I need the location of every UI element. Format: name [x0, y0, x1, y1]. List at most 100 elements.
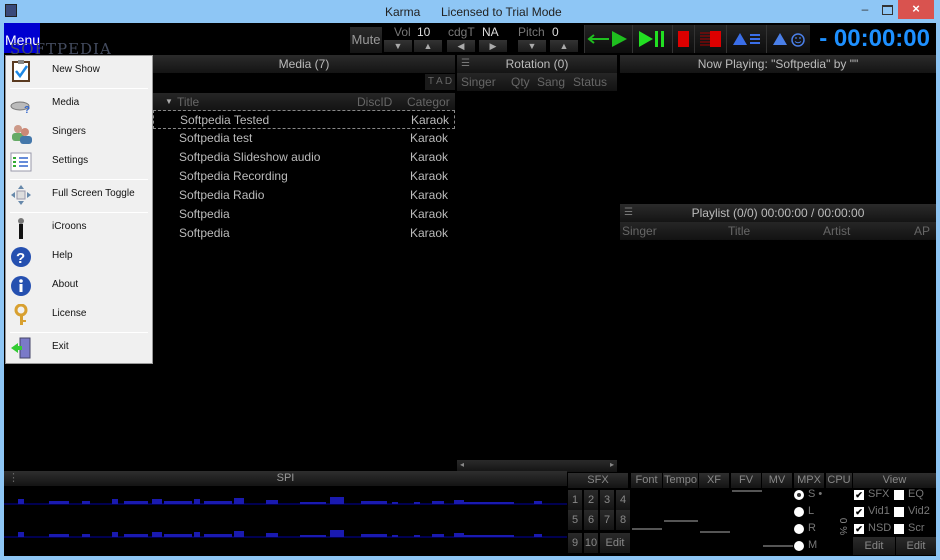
- menu-item-new-show[interactable]: New Show: [6, 59, 152, 83]
- menu-item-help[interactable]: ? Help: [6, 245, 152, 269]
- column-singer[interactable]: Singer: [461, 73, 496, 91]
- column-title[interactable]: Title: [177, 93, 199, 111]
- sfx-button-4[interactable]: 4: [616, 490, 630, 510]
- column-singer[interactable]: Singer: [622, 222, 657, 240]
- maximize-button[interactable]: [880, 3, 894, 15]
- media-row[interactable]: Softpedia Tested Karaok: [153, 110, 455, 129]
- eject-list-button[interactable]: [726, 25, 766, 53]
- help-icon: ?: [10, 246, 32, 268]
- spi-wave-segment: [204, 534, 232, 537]
- time-display: - 00:00:00: [819, 25, 930, 52]
- main-client-area: Menu SOFTPEDIA Mute Vol 10 ▼ ▲ cdgT NA ◀…: [4, 23, 936, 556]
- column-discid[interactable]: DiscID: [357, 93, 392, 111]
- mv-slider[interactable]: [763, 545, 793, 547]
- key-icon: [10, 303, 32, 326]
- view-checkbox-sfx[interactable]: ✔: [854, 490, 864, 500]
- media-title: Softpedia Tested: [180, 113, 270, 127]
- view-checkbox-vid2[interactable]: [894, 507, 904, 517]
- spi-wave-segment: [414, 535, 420, 537]
- media-row[interactable]: Softpedia Karaok: [153, 224, 455, 243]
- sfx-button-9[interactable]: 9: [568, 533, 582, 553]
- rotation-menu-icon[interactable]: ☰: [461, 55, 470, 73]
- column-ap[interactable]: AP: [914, 222, 930, 240]
- spi-wave-segment: [454, 533, 464, 537]
- view-edit-button-2[interactable]: Edit: [896, 537, 936, 555]
- menu-item-label: Exit: [52, 341, 69, 352]
- play-pause-button[interactable]: [632, 25, 672, 53]
- sfx-button-2[interactable]: 2: [584, 490, 598, 510]
- tab-xf[interactable]: XF: [699, 473, 729, 488]
- media-row[interactable]: Softpedia Slideshow audio Karaok: [153, 148, 455, 167]
- tempo-slider[interactable]: [664, 520, 698, 522]
- scroll-right-icon[interactable]: ▸: [610, 460, 614, 469]
- pitch-up-button[interactable]: ▲: [550, 40, 578, 52]
- column-status[interactable]: Status: [573, 73, 607, 91]
- close-button[interactable]: ×: [898, 0, 934, 19]
- view-checkbox-nsd[interactable]: ✔: [854, 524, 864, 534]
- font-slider[interactable]: [632, 528, 662, 530]
- column-category[interactable]: Categor: [407, 93, 450, 111]
- vol-up-button[interactable]: ▲: [414, 40, 442, 52]
- pitch-down-button[interactable]: ▼: [518, 40, 546, 52]
- sfx-button-5[interactable]: 5: [568, 510, 582, 530]
- eject-singer-button[interactable]: [766, 25, 810, 53]
- karma-window: Karma Licensed to Trial Mode – × Menu SO…: [0, 0, 940, 560]
- stop-button[interactable]: [672, 25, 694, 53]
- spi-drag-handle[interactable]: ⋮: [8, 471, 19, 486]
- menu-item-exit[interactable]: Exit: [6, 336, 152, 360]
- tab-font[interactable]: Font: [631, 473, 662, 488]
- minimize-button[interactable]: –: [858, 2, 872, 18]
- tab-view[interactable]: View: [853, 473, 936, 488]
- view-checkbox-scr[interactable]: [894, 524, 904, 534]
- sfx-button-7[interactable]: 7: [600, 510, 614, 530]
- column-sang[interactable]: Sang: [537, 73, 565, 91]
- sfx-button-3[interactable]: 3: [600, 490, 614, 510]
- view-edit-button-1[interactable]: Edit: [853, 537, 895, 555]
- app-icon[interactable]: [5, 4, 17, 17]
- playlist-menu-icon[interactable]: ☰: [624, 204, 633, 222]
- menu-item-settings[interactable]: Settings: [6, 150, 152, 174]
- mute-button[interactable]: Mute: [350, 27, 382, 53]
- scroll-left-icon[interactable]: ◂: [460, 460, 464, 469]
- menu-item-license[interactable]: License: [6, 303, 152, 327]
- media-category: Karaok: [410, 207, 449, 221]
- menu-item-media[interactable]: ? Media: [6, 92, 152, 116]
- tab-tempo[interactable]: Tempo: [663, 473, 698, 488]
- column-title[interactable]: Title: [728, 222, 750, 240]
- sfx-button-6[interactable]: 6: [584, 510, 598, 530]
- tab-mv[interactable]: MV: [762, 473, 792, 488]
- sfx-button-8[interactable]: 8: [616, 510, 630, 530]
- mpx-radio-2[interactable]: [794, 524, 804, 534]
- column-artist[interactable]: Artist: [823, 222, 850, 240]
- tab-fv[interactable]: FV: [731, 473, 761, 488]
- stop-fade-button[interactable]: [694, 25, 726, 53]
- play-next-button[interactable]: [584, 25, 632, 53]
- menu-item-about[interactable]: About: [6, 274, 152, 298]
- menu-item-singers[interactable]: Singers: [6, 121, 152, 145]
- mpx-radio-0[interactable]: [794, 490, 804, 500]
- menu-item-icroons[interactable]: iCroons: [6, 216, 152, 240]
- column-qty[interactable]: Qty: [511, 73, 530, 91]
- mpx-radio-1[interactable]: [794, 507, 804, 517]
- media-row[interactable]: Softpedia Recording Karaok: [153, 167, 455, 186]
- view-checkbox-eq[interactable]: [894, 490, 904, 500]
- fv-slider[interactable]: [732, 490, 762, 492]
- cdgt-right-button[interactable]: ▶: [479, 40, 507, 52]
- media-row[interactable]: Softpedia Radio Karaok: [153, 186, 455, 205]
- vol-down-button[interactable]: ▼: [384, 40, 412, 52]
- cdgt-left-button[interactable]: ◀: [447, 40, 475, 52]
- sfx-button-10[interactable]: 10: [584, 533, 598, 553]
- tab-cpu[interactable]: CPU: [826, 473, 852, 488]
- mpx-radio-3[interactable]: [794, 541, 804, 551]
- media-row[interactable]: Softpedia Karaok: [153, 205, 455, 224]
- tad-toggle[interactable]: T A D: [425, 74, 455, 90]
- media-row[interactable]: Softpedia test Karaok: [153, 129, 455, 148]
- view-checkbox-vid1[interactable]: ✔: [854, 507, 864, 517]
- tab-mpx[interactable]: MPX: [794, 473, 824, 488]
- sort-icon[interactable]: ▼: [165, 93, 173, 111]
- menu-item-label: iCroons: [52, 221, 87, 232]
- sfx-edit-button[interactable]: Edit: [600, 533, 630, 553]
- sfx-button-1[interactable]: 1: [568, 490, 582, 510]
- menu-item-full-screen-toggle[interactable]: Full Screen Toggle: [6, 183, 152, 207]
- xf-slider[interactable]: [700, 531, 730, 533]
